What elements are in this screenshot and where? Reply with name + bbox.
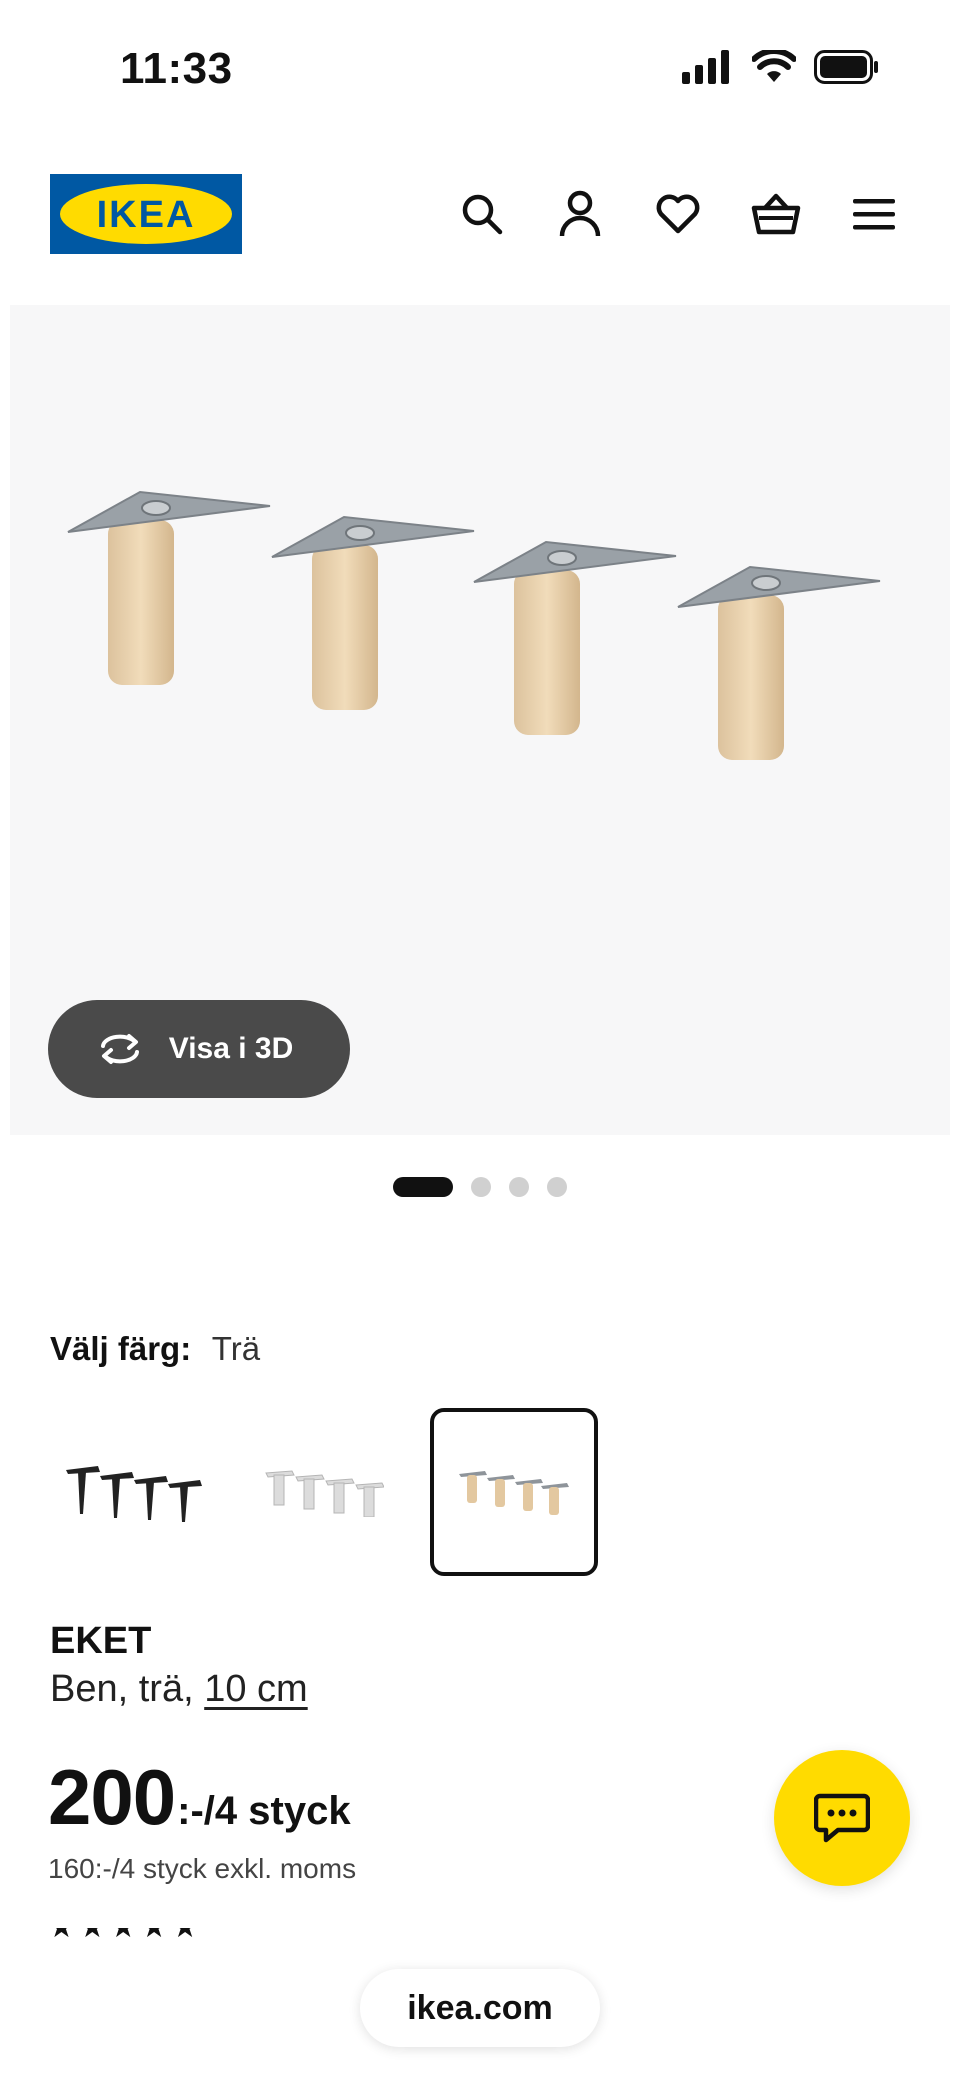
status-bar: 11:33 [0, 0, 960, 140]
black-legs-thumbnail [66, 1466, 202, 1522]
site-header: IKEA [0, 170, 960, 260]
product-name: EKET [50, 1620, 152, 1662]
wifi-icon [752, 50, 796, 82]
pagination-dot[interactable] [393, 1177, 453, 1197]
rotate-3d-icon [100, 1034, 139, 1064]
rating-stars: ★★★★★ [48, 1928, 568, 1942]
white-legs-thumbnail [265, 1470, 384, 1517]
wood-legs-thumbnail [459, 1471, 569, 1515]
chat-icon [814, 1793, 870, 1843]
price-unit: :-/4 styck [177, 1789, 351, 1833]
swatch-black[interactable] [50, 1408, 218, 1576]
status-icons [682, 50, 880, 84]
pagination-dot[interactable] [547, 1177, 567, 1197]
heart-icon[interactable] [652, 188, 704, 240]
status-time: 11:33 [120, 44, 233, 93]
swatch-white[interactable] [240, 1408, 408, 1576]
swatch-wood[interactable] [430, 1408, 598, 1576]
cellular-signal-icon [682, 50, 729, 84]
search-icon[interactable] [456, 188, 508, 240]
url-pill[interactable]: ikea.com [360, 1969, 600, 2047]
svg-text:IKEA: IKEA [97, 194, 196, 236]
product-description: Ben, trä, 10 cm [50, 1668, 308, 1711]
basket-icon[interactable] [750, 188, 802, 240]
header-actions [456, 188, 900, 240]
pagination-dot[interactable] [471, 1177, 491, 1197]
view-in-3d-label: Visa i 3D [168, 1032, 294, 1065]
size-link[interactable]: 10 cm [204, 1668, 307, 1710]
price-ex-vat: 160:-/4 styck exkl. moms [48, 1853, 357, 1884]
chat-button[interactable] [774, 1750, 910, 1886]
pagination-dot[interactable] [509, 1177, 529, 1197]
view-in-3d-button[interactable]: Visa i 3D [48, 1000, 350, 1098]
product-image-gallery[interactable]: Visa i 3D [10, 305, 950, 1135]
product-price: 200 :-/4 styck [48, 1752, 351, 1843]
color-selector-label: Välj färg: Trä [50, 1330, 260, 1368]
gallery-pagination [0, 1177, 960, 1197]
ikea-logo[interactable]: IKEA [50, 174, 242, 254]
battery-icon [814, 50, 878, 84]
profile-icon[interactable] [554, 188, 606, 240]
color-label: Välj färg: [50, 1330, 192, 1367]
rating-row-clipped[interactable]: ★★★★★ [48, 1928, 568, 1942]
product-description-text: Ben, trä, [50, 1668, 194, 1710]
menu-icon[interactable] [848, 188, 900, 240]
color-value: Trä [211, 1330, 261, 1367]
browser-url-bar: ikea.com [0, 1945, 960, 2081]
price-value: 200 [48, 1753, 176, 1841]
color-swatches [50, 1408, 598, 1576]
